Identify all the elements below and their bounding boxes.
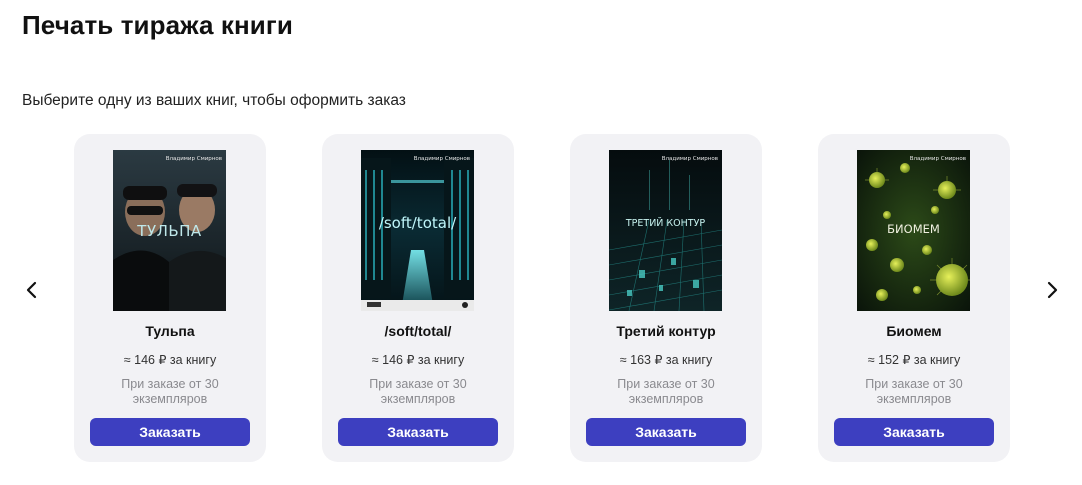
book-min-order-note: При заказе от 30 экземпляров (617, 377, 715, 406)
chevron-right-icon (1047, 281, 1058, 299)
book-card: Владимир Смирнов /soft/total/ /soft/tota… (322, 134, 514, 462)
order-button[interactable]: Заказать (90, 418, 250, 446)
book-title: Тульпа (145, 323, 195, 339)
book-min-order-note: При заказе от 30 экземпляров (121, 377, 219, 406)
book-card: Владимир Смирнов ТУЛЬПА Тульпа ≈ 146 ₽ з… (74, 134, 266, 462)
book-price: ≈ 152 ₽ за книгу (867, 353, 961, 367)
chevron-left-icon (26, 281, 37, 299)
cover-title: /soft/total/ (378, 214, 457, 232)
order-button[interactable]: Заказать (586, 418, 746, 446)
cover-author: Владимир Смирнов (413, 156, 470, 162)
page-title: Печать тиража книги (22, 10, 293, 40)
book-cover-image (609, 150, 722, 311)
page-subtitle: Выберите одну из ваших книг, чтобы оформ… (22, 92, 406, 109)
order-button[interactable]: Заказать (834, 418, 994, 446)
book-cover[interactable]: Владимир Смирнов /soft/total/ (361, 150, 474, 311)
cover-title: БИОМЕМ (887, 222, 940, 236)
cover-title: ТУЛЬПА (137, 222, 202, 240)
cover-title: ТРЕТИЙ КОНТУР (625, 218, 706, 229)
book-title: Третий контур (616, 323, 716, 339)
book-cover[interactable]: Владимир Смирнов ТУЛЬПА (113, 150, 226, 311)
book-price: ≈ 146 ₽ за книгу (123, 353, 217, 367)
cover-author: Владимир Смирнов (661, 156, 718, 162)
book-cover[interactable]: Владимир Смирнов ТРЕТИЙ КОНТУР (609, 150, 722, 311)
book-cover[interactable]: Владимир Смирнов БИОМЕМ (857, 150, 970, 311)
carousel-prev-button[interactable] (17, 275, 47, 305)
carousel-next-button[interactable] (1037, 275, 1067, 305)
book-price: ≈ 146 ₽ за книгу (371, 353, 465, 367)
book-title: Биомем (886, 323, 942, 339)
book-card: Владимир Смирнов БИОМЕМ Биомем ≈ 152 ₽ з… (818, 134, 1010, 462)
book-title: /soft/total/ (384, 323, 452, 339)
book-price: ≈ 163 ₽ за книгу (619, 353, 713, 367)
cover-author: Владимир Смирнов (165, 156, 222, 162)
book-min-order-note: При заказе от 30 экземпляров (369, 377, 467, 406)
book-card: Владимир Смирнов ТРЕТИЙ КОНТУР Третий ко… (570, 134, 762, 462)
cover-author: Владимир Смирнов (909, 156, 966, 162)
order-button[interactable]: Заказать (338, 418, 498, 446)
book-min-order-note: При заказе от 30 экземпляров (865, 377, 963, 406)
